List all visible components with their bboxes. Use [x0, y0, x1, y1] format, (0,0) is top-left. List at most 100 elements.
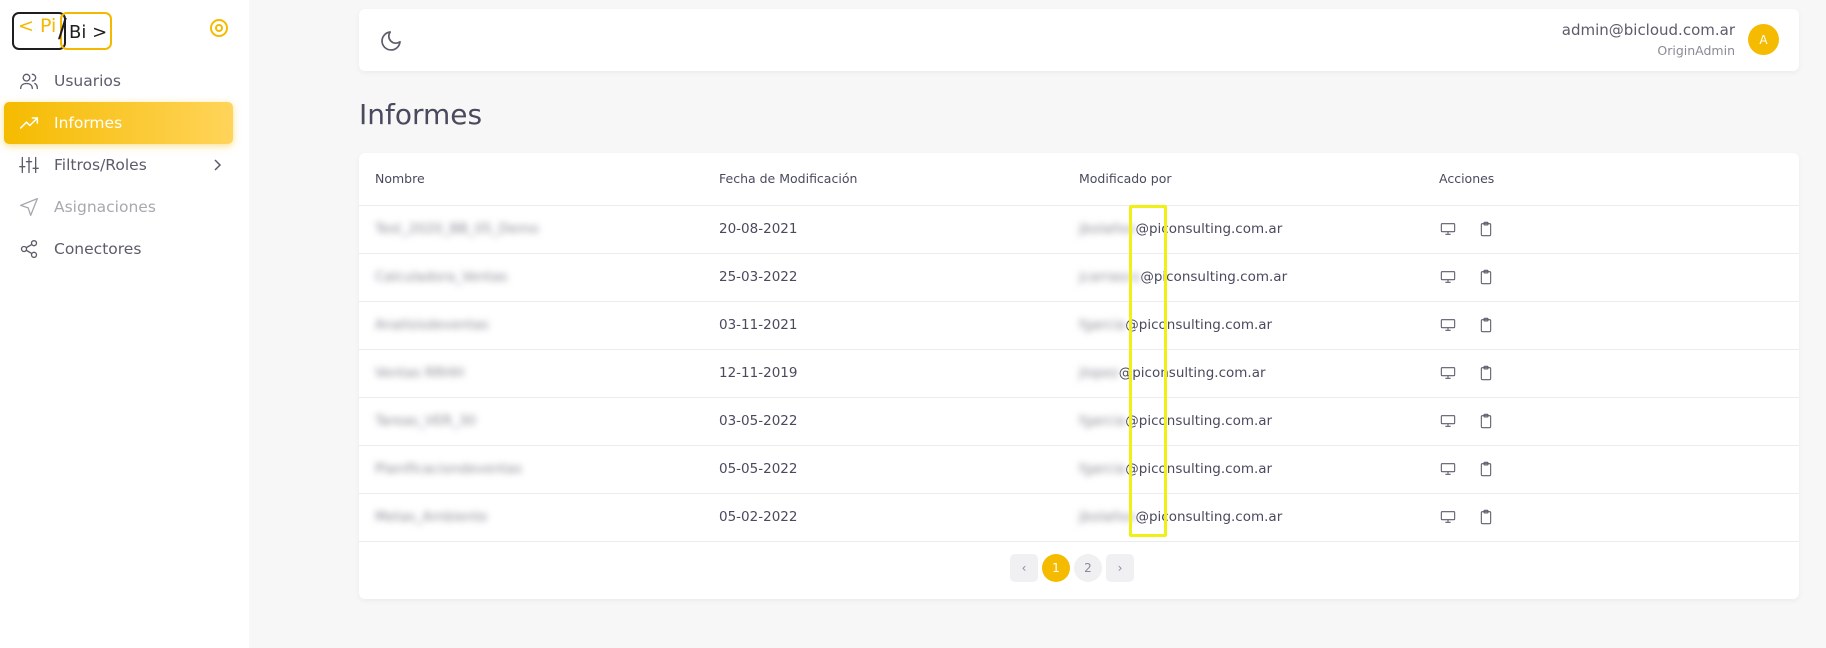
- monitor-icon[interactable]: [1439, 316, 1457, 334]
- monitor-icon[interactable]: [1439, 268, 1457, 286]
- monitor-icon[interactable]: [1439, 508, 1457, 526]
- user-domain: @piconsulting.com.ar: [1118, 365, 1266, 381]
- reports-table: Nombre Fecha de Modificación Modificado …: [359, 153, 1799, 542]
- user-name-redacted: jbolaños: [1079, 221, 1136, 237]
- report-modified-by: fgarcia@piconsulting.com.ar: [1079, 445, 1439, 494]
- sidebar-item-asignaciones[interactable]: Asignaciones: [0, 186, 249, 228]
- share-icon: [19, 239, 39, 259]
- sidebar-item-conectores[interactable]: Conectores: [0, 228, 249, 270]
- report-date: 25-03-2022: [719, 253, 1079, 302]
- report-name: Tareas_VER_30: [375, 413, 476, 429]
- user-name-redacted: fgarcia: [1079, 317, 1126, 333]
- report-name-cell[interactable]: Ventas RRHH: [359, 349, 719, 398]
- table-header-row: Nombre Fecha de Modificación Modificado …: [359, 153, 1799, 206]
- monitor-icon[interactable]: [1439, 412, 1457, 430]
- sidebar-item-label: Usuarios: [54, 72, 121, 90]
- clipboard-icon[interactable]: [1477, 460, 1495, 478]
- trending-up-icon: [19, 113, 39, 133]
- sidebar-item-informes[interactable]: Informes: [4, 102, 233, 144]
- chevron-right-icon: [209, 157, 225, 173]
- monitor-icon[interactable]: [1439, 460, 1457, 478]
- user-domain: @piconsulting.com.ar: [1135, 221, 1283, 237]
- user-domain: @piconsulting.com.ar: [1125, 317, 1273, 333]
- report-name: Metas_Ambiente: [375, 509, 488, 525]
- user-domain: @piconsulting.com.ar: [1125, 461, 1273, 477]
- monitor-icon[interactable]: [1439, 220, 1457, 238]
- sidebar-item-label: Conectores: [54, 240, 142, 258]
- sidebar: < Pi / Bi > Usuarios Informes Filtros/Ro…: [0, 0, 249, 648]
- report-name-cell[interactable]: Test_2020_BB_05_Demo: [359, 205, 719, 254]
- pagination-page-2[interactable]: 2: [1074, 554, 1102, 582]
- actions-cell: [1439, 253, 1799, 302]
- sidebar-toggle-icon[interactable]: [208, 17, 230, 39]
- table-row: Test_2020_BB_05_Demo 20-08-2021 jbolaños@p…: [359, 205, 1799, 254]
- report-name: Test_2020_BB_05_Demo: [375, 221, 539, 237]
- sidebar-nav: Usuarios Informes Filtros/Roles Asignaci…: [0, 60, 249, 270]
- report-name-cell[interactable]: Calculadora_Ventas: [359, 253, 719, 302]
- user-domain: @piconsulting.com.ar: [1140, 269, 1288, 285]
- user-name-redacted: fgarcia: [1079, 461, 1126, 477]
- clipboard-icon[interactable]: [1477, 220, 1495, 238]
- user-name-redacted: jbolaños: [1079, 509, 1136, 525]
- moon-icon[interactable]: [379, 29, 403, 53]
- table-row: Metas_Ambiente 05-02-2022 jbolaños@piconsu…: [359, 493, 1799, 542]
- page-title: Informes: [359, 98, 483, 131]
- actions-cell: [1439, 205, 1799, 254]
- report-name-cell[interactable]: Metas_Ambiente: [359, 493, 719, 542]
- logo-text-pi: < Pi: [18, 15, 57, 37]
- column-header-nombre[interactable]: Nombre: [359, 153, 719, 206]
- send-icon: [19, 197, 39, 217]
- report-date: 20-08-2021: [719, 205, 1079, 254]
- user-name-redacted: jlopez: [1079, 365, 1119, 381]
- pagination: ‹ 1 2 ›: [1010, 554, 1134, 582]
- column-header-fecha[interactable]: Fecha de Modificación: [719, 153, 1079, 206]
- sidebar-item-label: Asignaciones: [54, 198, 156, 216]
- column-header-modificado-por[interactable]: Modificado por: [1079, 153, 1439, 206]
- logo-text-bi: Bi >: [69, 22, 108, 43]
- sidebar-item-label: Filtros/Roles: [54, 156, 147, 174]
- column-header-acciones: Acciones: [1439, 153, 1799, 206]
- user-name-redacted: jcarrasco: [1079, 269, 1141, 285]
- report-name-cell[interactable]: Analisisdeventas: [359, 301, 719, 350]
- clipboard-icon[interactable]: [1477, 316, 1495, 334]
- report-name-cell[interactable]: Tareas_VER_30: [359, 397, 719, 446]
- sidebar-item-usuarios[interactable]: Usuarios: [0, 60, 249, 102]
- logo-slash: /: [58, 14, 67, 44]
- table-row: Tareas_VER_30 03-05-2022 fgarcia@piconsult…: [359, 397, 1799, 446]
- report-modified-by: jbolaños@piconsulting.com.ar: [1079, 493, 1439, 542]
- report-date: 03-11-2021: [719, 301, 1079, 350]
- report-modified-by: fgarcia@piconsulting.com.ar: [1079, 397, 1439, 446]
- sliders-icon: [19, 155, 39, 175]
- pagination-next-button[interactable]: ›: [1106, 554, 1134, 582]
- avatar[interactable]: A: [1748, 24, 1779, 55]
- report-modified-by: jlopez@piconsulting.com.ar: [1079, 349, 1439, 398]
- report-name: Analisisdeventas: [375, 317, 489, 333]
- actions-cell: [1439, 397, 1799, 446]
- table-row: Analisisdeventas 03-11-2021 fgarcia@picons…: [359, 301, 1799, 350]
- table-row: Planificaciondeventas 05-05-2022 fgarcia@p…: [359, 445, 1799, 494]
- user-role: OriginAdmin: [1657, 43, 1735, 58]
- reports-table-card: Nombre Fecha de Modificación Modificado …: [359, 153, 1799, 599]
- report-date: 03-05-2022: [719, 397, 1079, 446]
- monitor-icon[interactable]: [1439, 364, 1457, 382]
- report-name-cell[interactable]: Planificaciondeventas: [359, 445, 719, 494]
- users-icon: [19, 71, 39, 91]
- clipboard-icon[interactable]: [1477, 268, 1495, 286]
- sidebar-item-filtros-roles[interactable]: Filtros/Roles: [0, 144, 249, 186]
- pagination-prev-button[interactable]: ‹: [1010, 554, 1038, 582]
- table-row: Ventas RRHH 12-11-2019 jlopez@piconsulting…: [359, 349, 1799, 398]
- sidebar-item-label: Informes: [54, 114, 123, 132]
- report-modified-by: jbolaños@piconsulting.com.ar: [1079, 205, 1439, 254]
- report-modified-by: fgarcia@piconsulting.com.ar: [1079, 301, 1439, 350]
- user-email: admin@bicloud.com.ar: [1561, 21, 1735, 39]
- clipboard-icon[interactable]: [1477, 412, 1495, 430]
- report-modified-by: jcarrasco@piconsulting.com.ar: [1079, 253, 1439, 302]
- pibi-logo[interactable]: < Pi / Bi >: [12, 12, 112, 50]
- clipboard-icon[interactable]: [1477, 364, 1495, 382]
- report-name: Calculadora_Ventas: [375, 269, 508, 285]
- actions-cell: [1439, 445, 1799, 494]
- clipboard-icon[interactable]: [1477, 508, 1495, 526]
- top-bar: admin@bicloud.com.ar OriginAdmin A: [359, 9, 1799, 71]
- report-name: Planificaciondeventas: [375, 461, 522, 477]
- pagination-page-1[interactable]: 1: [1042, 554, 1070, 582]
